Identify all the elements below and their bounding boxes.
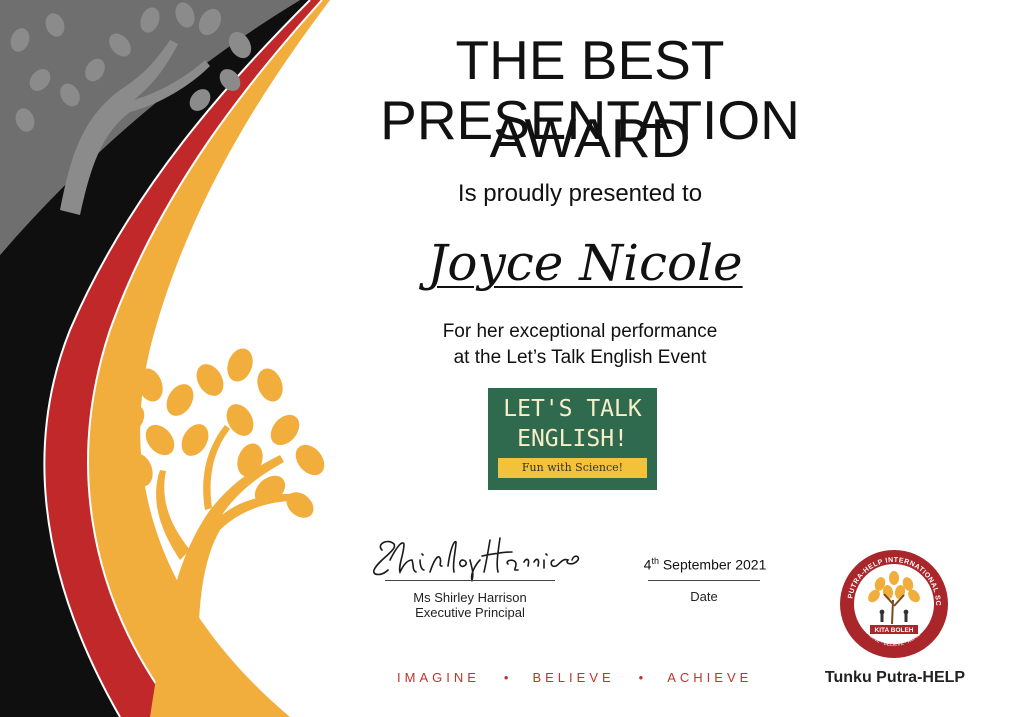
event-logo-line2: ENGLISH!	[517, 426, 628, 452]
reason-line1: For her exceptional performance	[442, 321, 718, 342]
award-title-line2: AWARD	[489, 107, 691, 169]
motto-imagine: IMAGINE	[397, 670, 480, 685]
award-date: 4th September 2021	[620, 556, 790, 573]
certificate: THE BEST PRESENTATION AWARD Is proudly p…	[0, 0, 1014, 717]
date-line	[648, 580, 760, 581]
event-logo-tagline: Fun with Science!	[498, 458, 647, 478]
event-logo: LET'S TALK ENGLISH! Fun with Science!	[488, 388, 657, 490]
presented-text: Is proudly presented to	[457, 180, 703, 207]
recipient-name: Joyce Nicole	[427, 234, 743, 292]
date-suffix: th	[651, 556, 659, 566]
school-seal-icon: TUNKU PUTRA-HELP INTERNATIONAL SCHOOL IM…	[838, 548, 948, 658]
signer-name: Ms Shirley Harrison	[413, 590, 527, 605]
signer-title: Executive Principal	[415, 605, 525, 620]
motto-believe: BELIEVE	[532, 670, 615, 685]
seal-motto: KITA BOLEH	[875, 627, 914, 634]
date-label: Date	[690, 589, 718, 604]
event-logo-line1: LET'S TALK	[503, 396, 642, 422]
reason-line2: at the Let’s Talk English Event	[453, 347, 707, 368]
school-motto: IMAGINE • BELIEVE • ACHIEVE	[397, 670, 752, 685]
motto-separator: •	[638, 670, 644, 685]
motto-achieve: ACHIEVE	[667, 670, 753, 685]
signature-line	[385, 580, 555, 581]
school-name: Tunku Putra-HELP	[824, 669, 966, 686]
handwritten-signature	[372, 537, 580, 582]
motto-separator: •	[503, 670, 509, 685]
date-month-year: September 2021	[658, 556, 767, 573]
